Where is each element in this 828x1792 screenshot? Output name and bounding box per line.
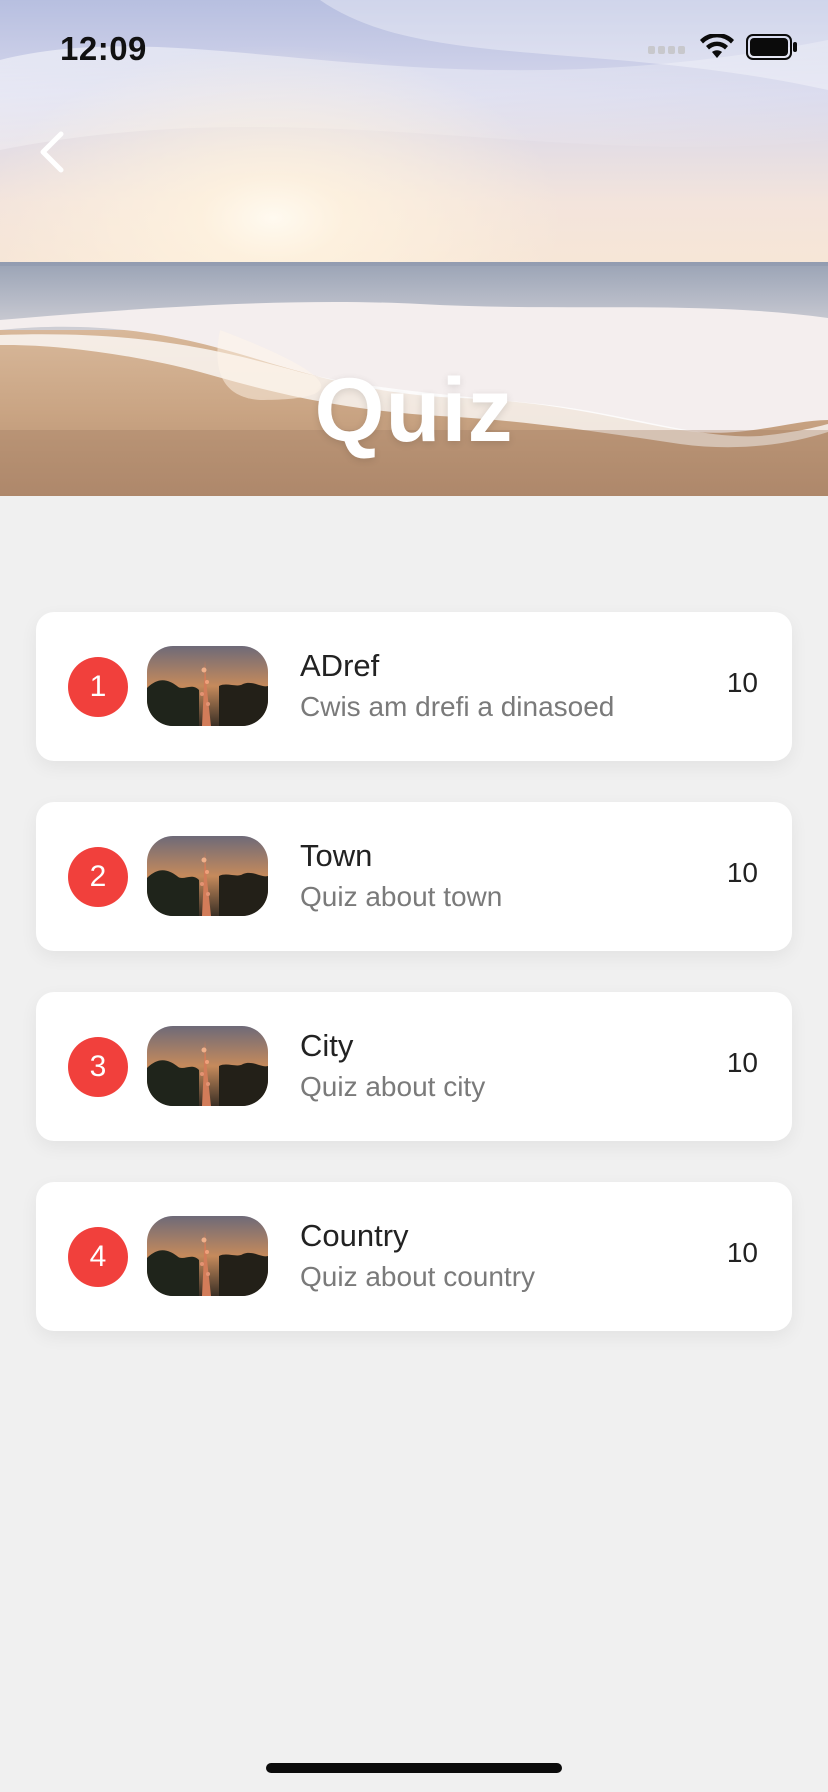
status-time: 12:09: [60, 30, 147, 67]
quiz-title: City: [300, 1028, 354, 1063]
rank-badge: 2: [68, 847, 128, 907]
rank-badge: 3: [68, 1037, 128, 1097]
quiz-card[interactable]: 2 Town Quiz about town 10: [36, 802, 792, 951]
quiz-thumbnail: [147, 1026, 268, 1106]
home-indicator[interactable]: [266, 1763, 562, 1773]
status-bar: 12:09: [0, 0, 828, 100]
quiz-card[interactable]: 4 Country Quiz about country 10: [36, 1182, 792, 1331]
chevron-left-icon: [40, 131, 64, 173]
quiz-card[interactable]: 3 City Quiz about city 10: [36, 992, 792, 1141]
wifi-icon: [700, 32, 734, 65]
quiz-thumbnail: [147, 836, 268, 916]
question-count: 10: [726, 667, 758, 698]
question-count: 10: [726, 1047, 758, 1078]
quiz-title: ADref: [300, 648, 380, 683]
quiz-title: Country: [300, 1218, 409, 1253]
quiz-thumbnail: [147, 1216, 268, 1296]
hero-header: 12:09 Quiz: [0, 0, 828, 496]
quiz-subtitle: Quiz about town: [300, 881, 503, 912]
quiz-subtitle: Quiz about country: [300, 1261, 536, 1292]
question-count: 10: [726, 857, 758, 888]
quiz-subtitle: Cwis am drefi a dinasoed: [300, 691, 615, 722]
question-count: 10: [726, 1237, 758, 1268]
rank-badge: 1: [68, 657, 128, 717]
quiz-card[interactable]: 1 ADref Cwis am drefi a dinasoed 10: [36, 612, 792, 761]
page-title: Quiz: [314, 361, 514, 461]
quiz-thumbnail: [147, 646, 268, 726]
rank-badge: 4: [68, 1227, 128, 1287]
battery-icon: [746, 34, 798, 65]
quiz-list: 1 ADref Cwis am drefi a dinasoed 10 2 To…: [36, 612, 792, 1372]
back-button[interactable]: [22, 122, 82, 182]
status-icons: [648, 32, 798, 65]
quiz-subtitle: Quiz about city: [300, 1071, 486, 1102]
cellular-signal-icon: [648, 40, 688, 59]
quiz-title: Town: [300, 838, 373, 873]
